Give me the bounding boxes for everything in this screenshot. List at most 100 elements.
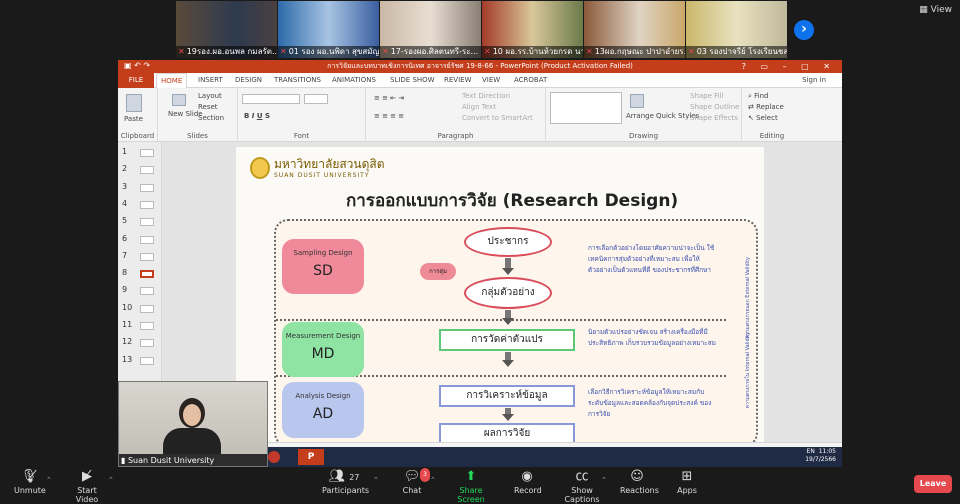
chevron-up-icon[interactable]: ⌃ — [373, 476, 379, 484]
chat-button[interactable]: 💬︎ 3 Chat — [400, 468, 430, 495]
sampling-design-box: Sampling Design SD — [282, 239, 364, 294]
mic-muted-icon: ✕ — [178, 47, 185, 56]
shapes-gallery[interactable] — [550, 92, 622, 124]
slide-thumbnail[interactable]: 5 — [120, 215, 160, 229]
leave-button[interactable]: Leave — [914, 475, 952, 493]
slide-thumbnail-preview — [140, 270, 154, 279]
slide-thumbnail[interactable]: 11 — [120, 319, 160, 333]
arrange-icon[interactable] — [630, 94, 644, 108]
section-divider — [276, 319, 726, 321]
slide-number: 7 — [122, 250, 128, 260]
participant-tile[interactable]: ✕ 19รอง.ผอ.อนพล กมลรัต... — [176, 1, 277, 58]
drawing-group: Arrange Quick Styles Shape Fill Shape Ou… — [546, 88, 742, 142]
next-page-icon[interactable]: › — [794, 20, 814, 40]
slide-thumbnail-preview — [140, 252, 154, 261]
participant-tile[interactable]: ✕ 17-รองผอ.ศิลตนทรี-ระ... — [380, 1, 481, 58]
record-button[interactable]: ◉ Record — [514, 469, 542, 496]
replace-button[interactable]: ⇄ Replace — [748, 103, 784, 111]
slide-thumbnail[interactable]: 1 — [120, 146, 160, 160]
font-name-field[interactable] — [242, 94, 300, 104]
tab-animations[interactable]: ANIMATIONS — [332, 73, 376, 88]
slide-number: 6 — [122, 233, 128, 243]
chat-icon: 💬︎ 3 — [400, 468, 430, 484]
self-view-video[interactable]: ▮ Suan Dusit University — [118, 381, 268, 467]
find-button[interactable]: ⌕ Find — [748, 92, 769, 101]
mic-muted-icon: ✕ — [280, 47, 287, 56]
slides-group: New Slide Layout Reset Section Slides — [158, 88, 238, 142]
grid-icon: ▦ — [919, 5, 931, 15]
view-button[interactable]: ▦ View — [919, 5, 952, 15]
tab-insert[interactable]: INSERT — [198, 73, 223, 88]
participant-name: 17-รองผอ.ศิลตนทรี-ระ... — [390, 47, 479, 56]
slide-thumbnail[interactable]: 13 — [120, 354, 160, 368]
unmute-button[interactable]: 🎙︎̸ Unmute — [14, 470, 46, 496]
slide-number: 2 — [122, 164, 128, 174]
slide-thumbnail[interactable]: 4 — [120, 198, 160, 212]
chevron-up-icon[interactable]: ⌃ — [46, 476, 52, 484]
measure-description: นิยามตัวแปรอย่างชัดเจน สร้างเครื่องมือที… — [588, 328, 716, 347]
participants-button[interactable]: 👥︎ 27 Participants — [322, 470, 369, 496]
tab-transitions[interactable]: TRANSITIONS — [274, 73, 321, 88]
reactions-button[interactable]: ☺ Reactions — [620, 470, 659, 496]
slide-thumbnail[interactable]: 12 — [120, 336, 160, 350]
slide-number: 1 — [122, 147, 128, 156]
apps-button[interactable]: ⊞ Apps — [676, 470, 698, 496]
flow-arrow-head — [502, 414, 514, 421]
tab-review[interactable]: REVIEW — [444, 73, 471, 88]
bullets-icon[interactable]: ≡ ≡ ⇤ ⇥ — [374, 94, 404, 102]
slide-thumbnail[interactable]: 6 — [120, 233, 160, 247]
slide-thumbnail[interactable]: 3 — [120, 181, 160, 195]
slide-title: การออกแบบการวิจัย (Research Design) — [346, 191, 679, 211]
chevron-up-icon[interactable]: ⌃ — [108, 476, 114, 484]
sampling-description: การเลือกตัวอย่างโดยอาศัยความน่าจะเป็น ใช… — [588, 244, 715, 274]
tab-file[interactable]: FILE — [118, 73, 154, 88]
window-controls[interactable]: ? ▭ – ▢ ✕ — [742, 60, 836, 73]
paste-icon[interactable] — [126, 94, 142, 112]
ribbon-tabs: FILE HOME INSERT DESIGN TRANSITIONS ANIM… — [118, 73, 842, 89]
slide-thumbnail-preview — [140, 183, 154, 192]
slide-thumbnail[interactable]: 9 — [120, 284, 160, 298]
font-size-field[interactable] — [304, 94, 328, 104]
share-screen-button[interactable]: ⬆ Share Screen — [448, 470, 494, 504]
mic-muted-icon: ✕ — [484, 47, 491, 56]
slide-thumbnail[interactable]: 8 — [120, 267, 160, 281]
sign-in-link[interactable]: Sign in — [802, 73, 826, 88]
slide-thumbnail-preview — [140, 287, 154, 296]
sampling-pill: การสุ่ม — [420, 263, 456, 280]
slide-thumbnail-preview — [140, 235, 154, 244]
participant-tile[interactable]: ✕ 10 ผอ.รร.บ้านห้วยกรด นา... — [482, 1, 583, 58]
slide-number: 11 — [122, 320, 133, 329]
paragraph-group: ≡ ≡ ⇤ ⇥ ≡ ≡ ≡ ≡ Text Direction Align Tex… — [366, 88, 546, 142]
slide-thumbnail[interactable]: 2 — [120, 163, 160, 177]
chevron-up-icon[interactable]: ⌃ — [601, 476, 607, 484]
slide-thumbnail[interactable]: 7 — [120, 250, 160, 264]
select-button[interactable]: ↖ Select — [748, 114, 778, 122]
bold-icon[interactable]: B I U S — [244, 112, 270, 120]
tab-view[interactable]: VIEW — [482, 73, 500, 88]
slide-thumbnail[interactable]: 10 — [120, 302, 160, 316]
tab-design[interactable]: DESIGN — [235, 73, 262, 88]
captions-icon: ㏄ — [575, 469, 589, 484]
mic-muted-icon: ✕ — [586, 47, 593, 56]
quick-access-icons[interactable]: ▣ ↶ ↷ — [124, 61, 150, 70]
align-icon[interactable]: ≡ ≡ ≡ ≡ — [374, 112, 404, 120]
flow-arrow — [505, 352, 511, 360]
tab-slide-show[interactable]: SLIDE SHOW — [390, 73, 435, 88]
participant-strip: ✕ 19รอง.ผอ.อนพล กมลรัต... ✕ 01 รอง ผอ.นพิด… — [0, 0, 960, 60]
slide-thumbnail-preview — [140, 356, 154, 365]
participant-tile[interactable]: ✕ 01 รอง ผอ.นพิดา สุขสมัญ... — [278, 1, 379, 58]
measurement-design-box: Measurement Design MD — [282, 322, 364, 377]
show-captions-button[interactable]: ㏄ Show Captions — [557, 470, 607, 504]
tab-acrobat[interactable]: ACROBAT — [514, 73, 547, 88]
start-video-button[interactable]: ▶̸ Start Video — [66, 470, 108, 504]
tab-home[interactable]: HOME — [156, 73, 188, 89]
record-icon: ◉ — [521, 469, 533, 484]
self-view-name: ▮ Suan Dusit University — [121, 456, 215, 465]
record-indicator-icon[interactable] — [268, 451, 280, 463]
participant-tile[interactable]: ✕ 13ผอ.กฤษณะ ปาปาอำยร... — [584, 1, 685, 58]
flow-arrow — [505, 258, 511, 268]
chevron-up-icon[interactable]: ⌃ — [430, 476, 436, 484]
participant-tile[interactable]: ✕ 03 รองปาจรีย์ โรงเรียนชล... — [686, 1, 787, 58]
powerpoint-taskbar-icon[interactable]: P — [298, 449, 324, 465]
new-slide-icon[interactable] — [172, 94, 186, 106]
